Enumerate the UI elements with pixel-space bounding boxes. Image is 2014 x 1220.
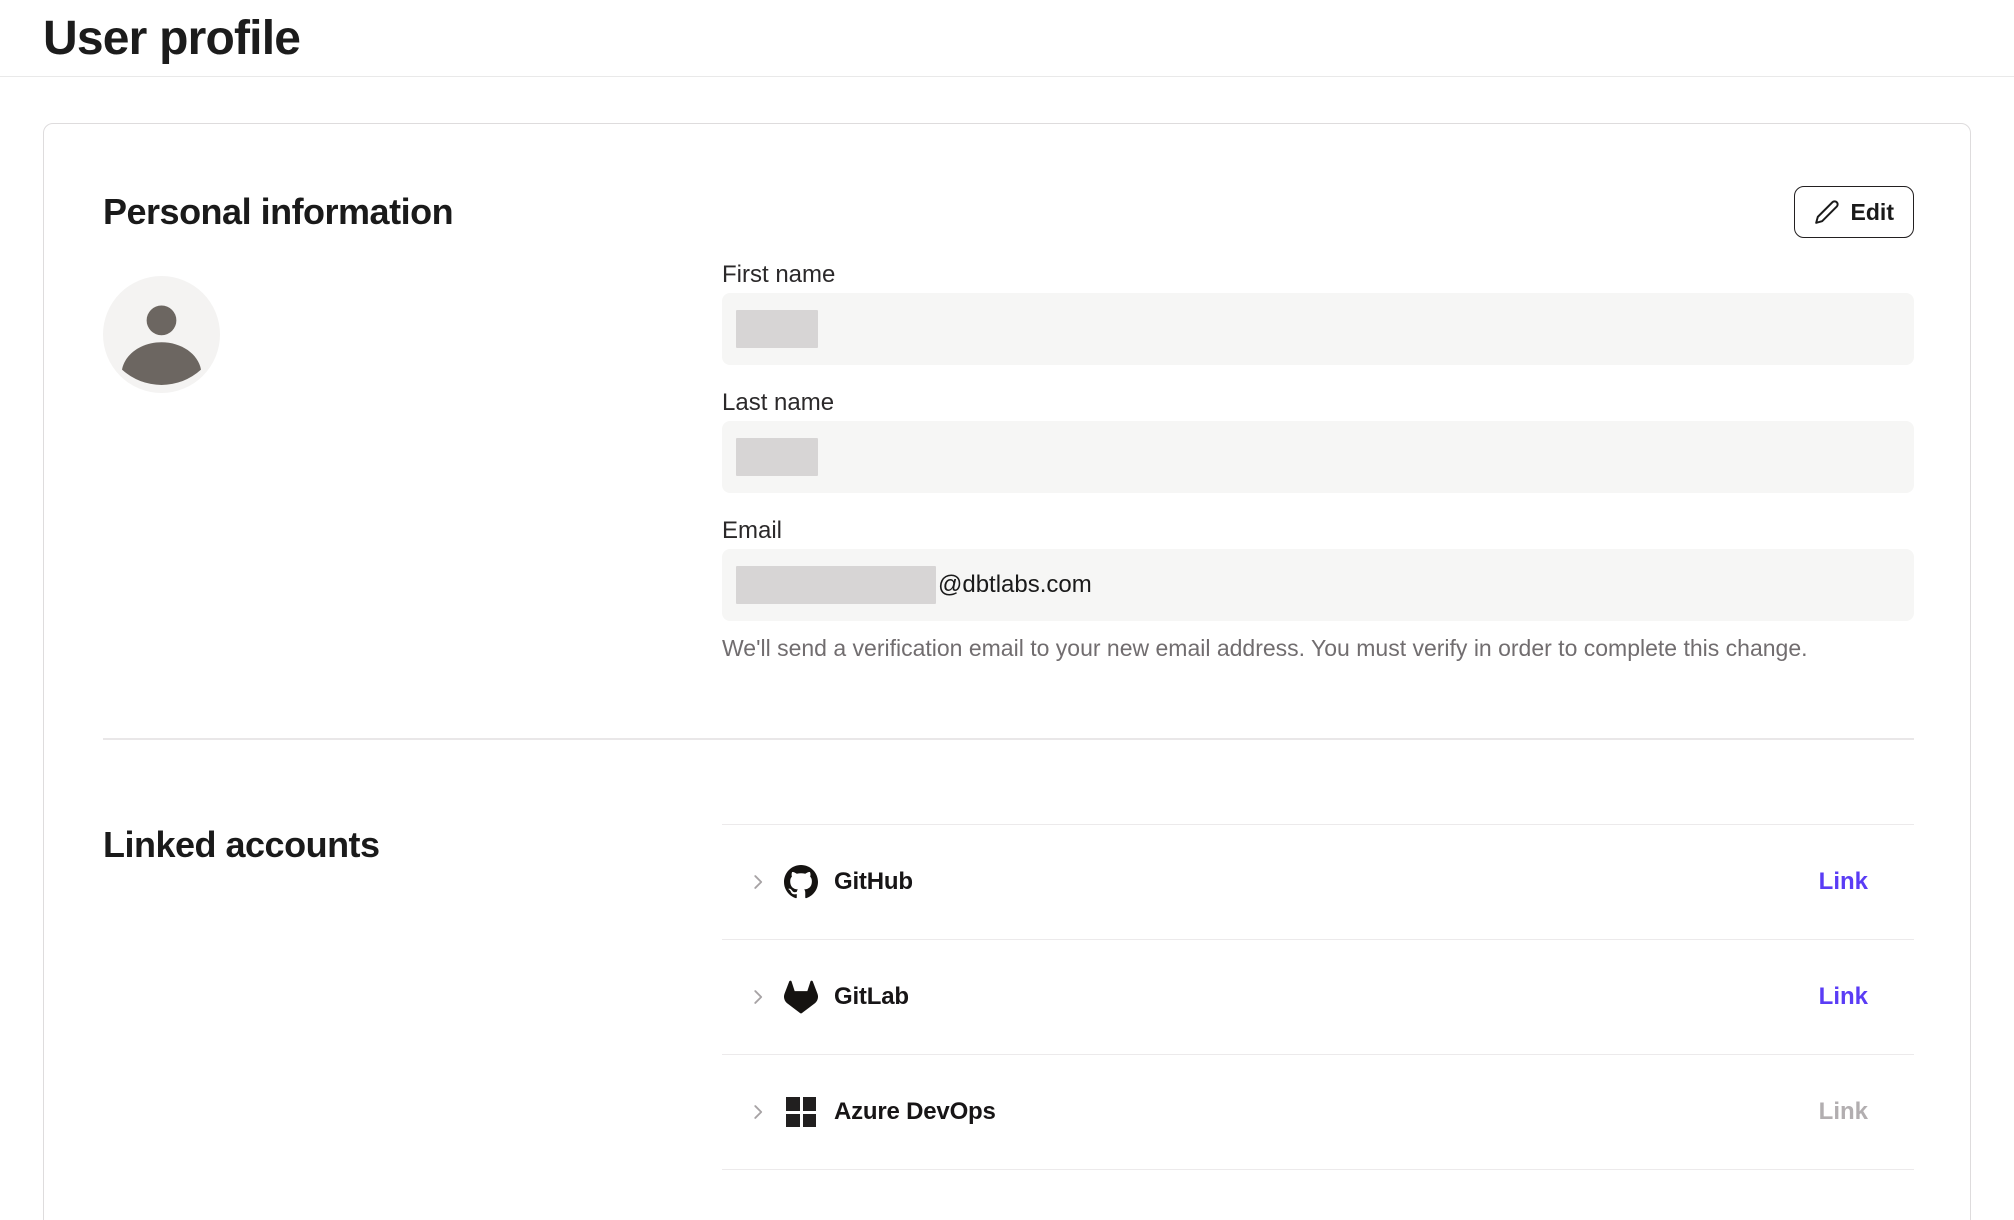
pencil-icon: [1814, 199, 1840, 225]
account-name: GitLab: [834, 983, 909, 1011]
first-name-redacted-value: [736, 310, 818, 348]
section-divider: [103, 738, 1914, 740]
form-column: First name Last name Email @dbtlabs.com …: [722, 259, 1914, 661]
email-helper-text: We'll send a verification email to your …: [722, 635, 1914, 661]
personal-info-header: Personal information Edit: [103, 186, 1914, 238]
account-row-azure-devops[interactable]: Azure DevOps Link: [722, 1055, 1914, 1170]
azure-devops-icon: [783, 1094, 819, 1130]
account-name: Azure DevOps: [834, 1098, 996, 1126]
email-redacted-value: [736, 566, 936, 604]
avatar-column: [103, 259, 722, 661]
chevron-right-icon[interactable]: [747, 871, 769, 893]
page-header: User profile: [0, 0, 2014, 77]
chevron-right-icon[interactable]: [747, 986, 769, 1008]
account-row-github[interactable]: GitHub Link: [722, 825, 1914, 940]
account-name: GitHub: [834, 868, 913, 896]
email-label: Email: [722, 515, 1914, 547]
azure-devops-link-action: Link: [1819, 1098, 1868, 1126]
gitlab-icon: [783, 979, 819, 1015]
email-domain-suffix: @dbtlabs.com: [938, 571, 1092, 599]
edit-button-label: Edit: [1851, 199, 1894, 226]
linked-accounts-list: GitHub Link GitLab Link: [722, 824, 1914, 1170]
first-name-field: [722, 293, 1914, 365]
personal-info-body: First name Last name Email @dbtlabs.com …: [103, 259, 1914, 661]
github-icon: [783, 864, 819, 900]
page-title: User profile: [43, 11, 300, 66]
linked-accounts-heading: Linked accounts: [103, 824, 722, 866]
linked-accounts-heading-column: Linked accounts: [103, 824, 722, 1170]
chevron-right-icon[interactable]: [747, 1101, 769, 1123]
linked-accounts-section: Linked accounts GitHub Link: [103, 824, 1914, 1170]
github-link-action[interactable]: Link: [1819, 868, 1868, 896]
first-name-label: First name: [722, 259, 1914, 291]
edit-button[interactable]: Edit: [1794, 186, 1914, 238]
email-field: @dbtlabs.com: [722, 549, 1914, 621]
account-row-gitlab[interactable]: GitLab Link: [722, 940, 1914, 1055]
profile-card: Personal information Edit First name: [43, 123, 1971, 1220]
personal-info-heading: Personal information: [103, 191, 453, 233]
last-name-label: Last name: [722, 387, 1914, 419]
last-name-field: [722, 421, 1914, 493]
last-name-redacted-value: [736, 438, 818, 476]
avatar: [103, 276, 220, 393]
gitlab-link-action[interactable]: Link: [1819, 983, 1868, 1011]
